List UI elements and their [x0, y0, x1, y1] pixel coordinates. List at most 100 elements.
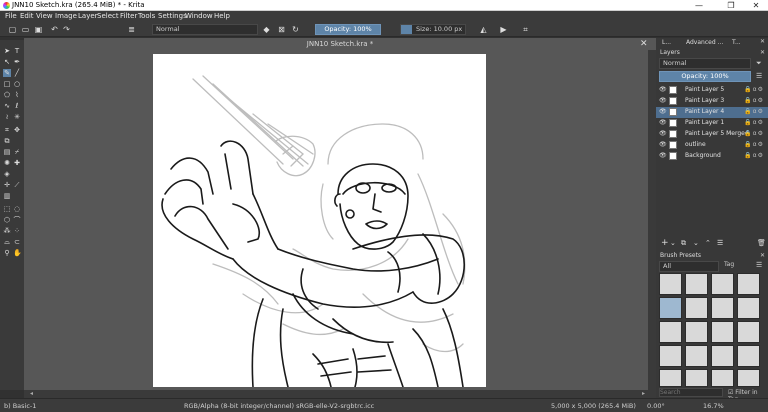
- rectangular-selection-tool-icon[interactable]: ⬚: [3, 205, 11, 213]
- freehand-brush-tool-icon[interactable]: ✎: [3, 69, 11, 77]
- calligraphy-tool-icon[interactable]: ✒: [13, 58, 21, 66]
- eraser-mode-icon[interactable]: ◆: [262, 25, 271, 34]
- brush-preset-tile[interactable]: [685, 297, 708, 319]
- layer-properties-icon[interactable]: ☰: [717, 239, 723, 247]
- brush-preset-tile[interactable]: [737, 369, 760, 387]
- visibility-eye-icon[interactable]: 👁: [659, 87, 667, 93]
- zoom-tool-icon[interactable]: ⚲: [3, 249, 11, 257]
- edit-brush-settings-icon[interactable]: ≣: [127, 25, 136, 34]
- polygonal-selection-tool-icon[interactable]: ⬡: [3, 216, 11, 224]
- layer-row[interactable]: 👁 outline 🔒α⚙: [656, 140, 768, 151]
- filter-icon[interactable]: ⏷: [756, 59, 762, 68]
- close-document-button[interactable]: ✕: [640, 39, 648, 49]
- move-tool-icon[interactable]: ✥: [13, 126, 21, 134]
- menu-image[interactable]: Image: [55, 12, 77, 20]
- multibrush-tool-icon[interactable]: ✳: [13, 113, 21, 121]
- size-slider[interactable]: Size: 10.00 px: [400, 24, 466, 35]
- layer-row[interactable]: 👁 Paint Layer 5 🔒α⚙: [656, 85, 768, 96]
- brush-preset-tile[interactable]: [659, 345, 682, 367]
- brush-preset-tile[interactable]: [711, 369, 734, 387]
- menu-file[interactable]: File: [5, 12, 17, 20]
- edit-shapes-tool-icon[interactable]: ↖: [3, 58, 11, 66]
- canvas-document[interactable]: [153, 54, 486, 387]
- tab-advanced-color[interactable]: Advanced ...: [686, 39, 723, 46]
- visibility-eye-icon[interactable]: 👁: [659, 142, 667, 148]
- ellipse-tool-icon[interactable]: ○: [13, 80, 21, 88]
- brush-preset-tile[interactable]: [685, 321, 708, 343]
- visibility-eye-icon[interactable]: 👁: [659, 98, 667, 104]
- assistant-tool-icon[interactable]: ✛: [3, 181, 11, 189]
- tag-label[interactable]: Tag: [724, 261, 734, 268]
- layer-lock-icons[interactable]: 🔒α⚙: [744, 119, 764, 126]
- layer-lock-icons[interactable]: 🔒α⚙: [744, 130, 764, 137]
- scroll-right-icon[interactable]: ▸: [642, 390, 645, 397]
- blend-mode-dropdown[interactable]: Normal: [152, 24, 258, 35]
- layer-row-selected[interactable]: 👁 Paint Layer 4 🔒α⚙: [656, 107, 768, 118]
- redo-icon[interactable]: ↷: [62, 25, 71, 34]
- brush-preset-tile[interactable]: [685, 369, 708, 387]
- contiguous-selection-tool-icon[interactable]: ⁂: [3, 227, 11, 235]
- preserve-alpha-icon[interactable]: ⊠: [277, 25, 286, 34]
- add-layer-icon[interactable]: +: [661, 238, 669, 248]
- layer-lock-icons[interactable]: 🔒α⚙: [744, 97, 764, 104]
- layer-row[interactable]: 👁 Paint Layer 5 Merged 🔒α⚙: [656, 129, 768, 140]
- layer-menu-icon[interactable]: ☰: [756, 72, 762, 80]
- close-window-button[interactable]: ✕: [745, 0, 767, 11]
- visibility-eye-icon[interactable]: 👁: [659, 120, 667, 126]
- visibility-eye-icon[interactable]: 👁: [659, 153, 667, 159]
- layer-row[interactable]: 👁 Background 🔒α⚙: [656, 151, 768, 162]
- save-icon[interactable]: ▣: [34, 25, 43, 34]
- brush-preset-tile[interactable]: [737, 297, 760, 319]
- menu-help[interactable]: Help: [214, 12, 230, 20]
- brush-preset-tile[interactable]: [711, 321, 734, 343]
- brush-presets-close-icon[interactable]: ✕: [760, 252, 765, 259]
- bezier-selection-tool-icon[interactable]: ⌓: [3, 238, 11, 246]
- brush-preset-tile[interactable]: [659, 273, 682, 295]
- opacity-slider[interactable]: Opacity: 100%: [315, 24, 381, 35]
- brush-preset-tile[interactable]: [685, 273, 708, 295]
- move-layer-up-icon[interactable]: ⌃: [705, 239, 711, 247]
- brush-preset-tile[interactable]: [659, 369, 682, 387]
- brush-preset-tile[interactable]: [685, 345, 708, 367]
- menu-tools[interactable]: Tools: [138, 12, 155, 20]
- elliptical-selection-tool-icon[interactable]: ◌: [13, 205, 21, 213]
- transform-tool-icon[interactable]: ⧉: [3, 137, 11, 145]
- brush-preset-tile[interactable]: [737, 321, 760, 343]
- vertical-scrollbar[interactable]: [648, 50, 656, 390]
- delete-layer-icon[interactable]: 🗑: [757, 239, 766, 247]
- dynamic-brush-tool-icon[interactable]: ≀: [3, 113, 11, 121]
- brush-preset-tile[interactable]: [711, 345, 734, 367]
- brush-preset-tile[interactable]: [659, 321, 682, 343]
- visibility-eye-icon[interactable]: 👁: [659, 131, 667, 137]
- minimize-button[interactable]: —: [688, 0, 710, 11]
- text-tool-icon[interactable]: T: [13, 47, 21, 55]
- pan-tool-icon[interactable]: ✋: [13, 249, 22, 257]
- freehand-path-tool-icon[interactable]: ℓ: [13, 102, 21, 110]
- reference-images-tool-icon[interactable]: ▥: [3, 192, 11, 200]
- brush-filter-dropdown[interactable]: All: [659, 261, 719, 272]
- menu-window[interactable]: Window: [185, 12, 213, 20]
- open-document-icon[interactable]: ▭: [21, 25, 30, 34]
- layer-lock-icons[interactable]: 🔒α⚙: [744, 152, 764, 159]
- layer-lock-icons[interactable]: 🔒α⚙: [744, 141, 764, 148]
- chevron-down-icon[interactable]: ⌄: [670, 239, 676, 247]
- menu-edit[interactable]: Edit: [20, 12, 34, 20]
- rotation-value[interactable]: 0.00°: [647, 402, 665, 410]
- gradient-tool-icon[interactable]: ▤: [3, 148, 11, 156]
- color-picker-tool-icon[interactable]: ⌿: [13, 148, 21, 156]
- layer-opacity-slider[interactable]: Opacity: 100%: [659, 71, 751, 82]
- tab-tool-options[interactable]: T...: [732, 39, 741, 46]
- brush-preset-tile[interactable]: [737, 345, 760, 367]
- maximize-button[interactable]: ❐: [720, 0, 742, 11]
- layer-blend-mode-dropdown[interactable]: Normal: [659, 58, 751, 69]
- horizontal-scrollbar[interactable]: ◂ ▸: [24, 390, 656, 398]
- layer-row[interactable]: 👁 Paint Layer 1 🔒α⚙: [656, 118, 768, 129]
- menu-layer[interactable]: Layer: [78, 12, 98, 20]
- line-tool-icon[interactable]: ╱: [13, 69, 21, 77]
- mirror-vertical-icon[interactable]: ▶: [499, 25, 508, 34]
- layers-close-icon[interactable]: ✕: [760, 49, 765, 56]
- reload-preset-icon[interactable]: ↻: [291, 25, 300, 34]
- menu-settings[interactable]: Settings: [158, 12, 187, 20]
- layer-lock-icons[interactable]: 🔒α⚙: [744, 86, 764, 93]
- measure-tool-icon[interactable]: ⟋: [13, 181, 21, 189]
